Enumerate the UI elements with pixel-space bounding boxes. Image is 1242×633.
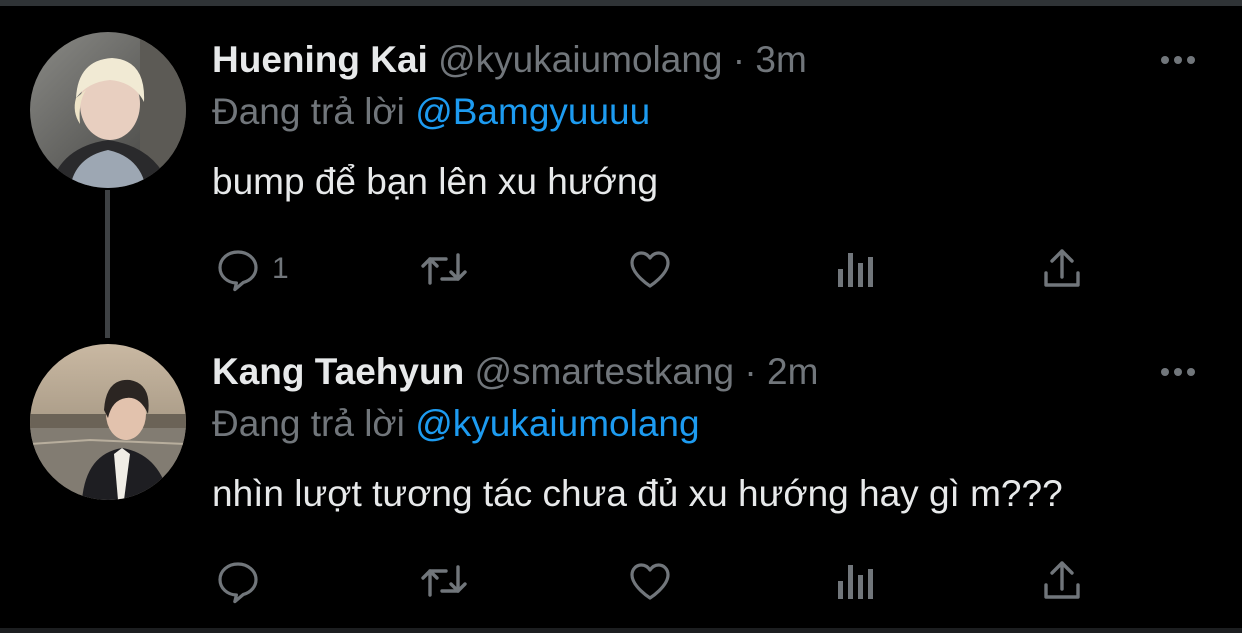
retweet-button[interactable] [418,556,470,606]
reply-count: 1 [272,252,289,285]
timestamp[interactable]: 3m [755,39,806,80]
more-icon [1161,368,1195,376]
tweet-header: Kang Taehyun @smartestkang · 2m [212,350,818,394]
retweet-button[interactable] [418,244,470,294]
mention-link[interactable]: @Bamgyuuuu [415,91,650,132]
timestamp[interactable]: 2m [767,351,818,392]
more-icon [1161,56,1195,64]
display-name[interactable]: Kang Taehyun [212,351,464,392]
replying-to-label: Đang trả lời [212,91,405,132]
display-name[interactable]: Huening Kai [212,39,428,80]
retweet-icon [421,253,467,285]
share-button[interactable] [1040,244,1084,294]
share-icon [1044,249,1080,287]
mention-link[interactable]: @kyukaiumolang [415,403,699,444]
share-icon [1044,561,1080,599]
user-handle[interactable]: @kyukaiumolang [438,39,722,80]
tweet-header: Huening Kai @kyukaiumolang · 3m [212,38,807,82]
like-button[interactable] [626,244,674,294]
heart-icon [630,563,670,600]
tweet-2: Kang Taehyun @smartestkang · 2m Đang trả… [0,312,1242,612]
user-handle[interactable]: @smartestkang [474,351,734,392]
tweet-1: Huening Kai @kyukaiumolang · 3m Đang trả… [0,0,1242,300]
reply-icon [218,250,258,292]
reply-button[interactable] [214,556,272,606]
reply-icon [218,562,258,604]
share-button[interactable] [1040,556,1084,606]
replying-to: Đang trả lời @Bamgyuuuu [212,90,650,134]
bottom-divider [0,628,1242,633]
like-button[interactable] [626,556,674,606]
replying-to-label: Đang trả lời [212,403,405,444]
avatar-kang-taehyun[interactable] [30,344,186,500]
more-options-button[interactable] [1155,48,1203,72]
analytics-button[interactable] [834,556,878,606]
more-options-button[interactable] [1155,360,1203,384]
separator-dot: · [744,351,757,392]
replying-to: Đang trả lời @kyukaiumolang [212,402,700,446]
retweet-icon [421,565,467,597]
tweet-text: nhìn lượt tương tác chưa đủ xu hướng hay… [212,473,1063,514]
tweet-text: bump để bạn lên xu hướng [212,161,659,202]
analytics-icon [838,565,873,599]
avatar-huening-kai[interactable] [30,32,186,188]
reply-button[interactable]: 1 [214,244,289,294]
heart-icon [630,251,670,288]
analytics-button[interactable] [834,244,878,294]
analytics-icon [838,253,873,287]
separator-dot: · [732,39,746,80]
